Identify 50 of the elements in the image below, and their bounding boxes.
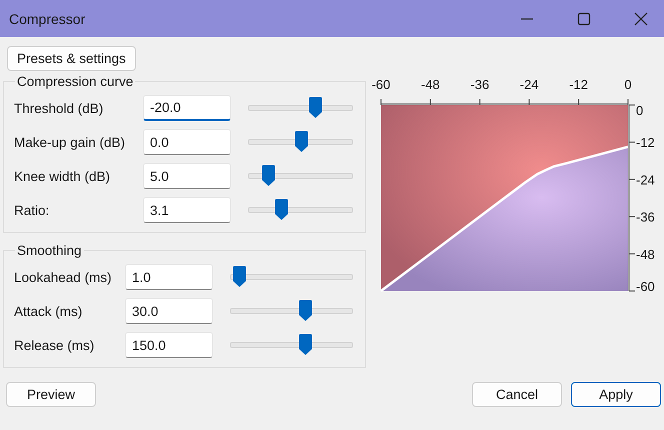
- slider[interactable]: [248, 165, 353, 187]
- slider[interactable]: [248, 131, 353, 153]
- input-field[interactable]: 150.0: [125, 332, 213, 358]
- window-title: Compressor: [9, 10, 86, 26]
- dialog-button[interactable]: Apply: [571, 382, 661, 407]
- minimize-icon: [521, 18, 533, 20]
- axis-label: 0: [636, 103, 644, 118]
- axis-label: -36: [470, 77, 490, 92]
- axis-label: -48: [421, 77, 440, 92]
- field-label: Lookahead (ms): [14, 270, 113, 284]
- maximize-icon: [577, 12, 591, 26]
- input-field[interactable]: 5.0: [143, 163, 231, 189]
- axis-label: 0: [624, 77, 632, 92]
- axis-label: -36: [636, 210, 655, 225]
- field-label: Make-up gain (dB): [14, 134, 126, 150]
- field-label: Threshold (dB): [14, 100, 104, 116]
- input-field[interactable]: 0.0: [143, 129, 231, 155]
- input-field[interactable]: -20.0: [143, 95, 231, 121]
- slider-thumb[interactable]: [294, 131, 308, 152]
- slider[interactable]: [230, 266, 353, 288]
- axis-label: -60: [372, 77, 390, 92]
- slider-thumb[interactable]: [262, 165, 275, 186]
- input-field[interactable]: 30.0: [125, 298, 213, 324]
- slider-thumb[interactable]: [232, 266, 246, 287]
- slider[interactable]: [230, 300, 353, 322]
- axis-label: -48: [636, 246, 655, 262]
- slider[interactable]: [248, 97, 353, 119]
- slider-thumb[interactable]: [309, 97, 322, 118]
- axis-label: -12: [636, 135, 655, 150]
- slider-thumb[interactable]: [274, 199, 288, 220]
- group-title: Smoothing: [16, 243, 83, 258]
- slider[interactable]: [248, 199, 353, 221]
- axis-label: -24: [636, 172, 655, 188]
- presets-button[interactable]: Presets & settings: [7, 46, 136, 71]
- slider[interactable]: [230, 334, 353, 356]
- field-label: Release (ms): [14, 338, 96, 352]
- field-label: Attack (ms): [14, 304, 84, 318]
- dialog-button[interactable]: Preview: [6, 382, 96, 407]
- axis-label: -12: [569, 77, 588, 92]
- input-field[interactable]: 1.0: [125, 264, 213, 290]
- field-label: Knee width (dB): [14, 168, 112, 184]
- axis-label: -24: [520, 77, 539, 92]
- slider-thumb[interactable]: [299, 334, 312, 355]
- dialog-button[interactable]: Cancel: [472, 382, 562, 407]
- group-title: Compression curve: [16, 74, 134, 89]
- slider-thumb[interactable]: [299, 300, 312, 321]
- close-icon: [634, 12, 648, 26]
- field-label: Ratio:: [14, 202, 50, 218]
- axis-label: -60: [636, 279, 655, 294]
- input-field[interactable]: 3.1: [143, 197, 231, 223]
